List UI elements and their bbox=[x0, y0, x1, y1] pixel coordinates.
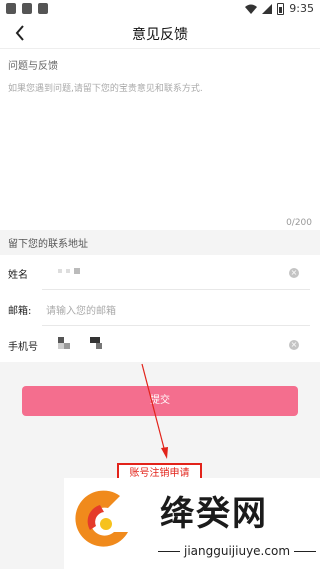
phone-field[interactable] bbox=[44, 333, 274, 357]
name-field[interactable] bbox=[44, 263, 274, 283]
clear-icon[interactable]: × bbox=[289, 340, 299, 350]
feedback-placeholder: 如果您遇到问题,请留下您的宝贵意见和联系方式. bbox=[8, 84, 203, 94]
email-label: 邮箱: bbox=[8, 306, 32, 317]
status-time: 9:35 bbox=[289, 2, 314, 15]
redacted-text bbox=[66, 269, 70, 273]
email-row: 邮箱: 请输入您的邮箱 bbox=[0, 291, 320, 326]
divider bbox=[42, 289, 310, 290]
contact-section-header: 留下您的联系地址 bbox=[8, 239, 88, 250]
signal-icon bbox=[262, 3, 273, 14]
watermark-logo-icon bbox=[75, 490, 128, 547]
submit-button[interactable]: 提交 bbox=[22, 386, 298, 416]
redacted-text bbox=[74, 268, 80, 274]
wifi-icon bbox=[245, 4, 258, 14]
notification-icon bbox=[6, 3, 16, 14]
notification-icon bbox=[22, 3, 32, 14]
status-bar: 9:35 bbox=[0, 0, 320, 18]
notification-icon bbox=[38, 3, 48, 14]
divider bbox=[42, 325, 310, 326]
phone-label: 手机号 bbox=[8, 342, 38, 353]
email-field[interactable]: 请输入您的邮箱 bbox=[46, 302, 116, 317]
name-row: 姓名 × bbox=[0, 255, 320, 290]
feedback-label: 问题与反馈 bbox=[8, 61, 58, 72]
char-count: 0/200 bbox=[286, 218, 312, 228]
nav-bar: 意见反馈 bbox=[0, 18, 320, 48]
phone-row: 手机号 × bbox=[0, 327, 320, 362]
contact-form: 姓名 × 邮箱: 请输入您的邮箱 手机号 × bbox=[0, 255, 320, 362]
redacted-text bbox=[64, 343, 70, 349]
watermark-url: jiangguijiuye.com bbox=[158, 544, 317, 558]
redacted-text bbox=[96, 343, 102, 349]
feedback-textarea[interactable]: 问题与反馈 如果您遇到问题,请留下您的宝贵意见和联系方式. 0/200 bbox=[0, 48, 320, 230]
clear-icon[interactable]: × bbox=[289, 268, 299, 278]
site-watermark: 绛癸网 jiangguijiuye.com bbox=[64, 478, 320, 569]
page-title: 意见反馈 bbox=[132, 27, 188, 43]
status-icons: 9:35 bbox=[245, 2, 314, 15]
redacted-text bbox=[58, 269, 62, 273]
battery-icon bbox=[277, 2, 285, 15]
watermark-title: 绛癸网 bbox=[160, 494, 268, 534]
redacted-text bbox=[58, 343, 64, 349]
name-label: 姓名 bbox=[8, 270, 28, 281]
